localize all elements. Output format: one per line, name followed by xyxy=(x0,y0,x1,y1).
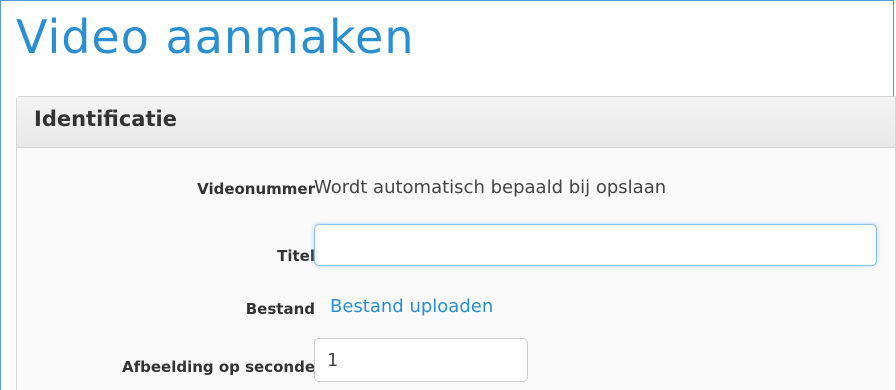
form-row-bestand: Bestand Bestand uploaden xyxy=(17,292,896,332)
videonummer-label: Videonummer xyxy=(197,180,315,198)
page-title: Video aanmaken xyxy=(16,10,415,64)
videonummer-value: Wordt automatisch bepaald bij opslaan xyxy=(314,177,667,198)
afbeelding-seconde-input[interactable] xyxy=(314,338,528,382)
titel-input[interactable] xyxy=(314,224,877,266)
afbeelding-label: Afbeelding op seconde xyxy=(121,358,315,376)
bestand-label: Bestand xyxy=(245,300,315,318)
form-row-titel: Titel xyxy=(17,224,896,266)
form-row-afbeelding: Afbeelding op seconde xyxy=(17,338,896,382)
panel-title: Identificatie xyxy=(34,107,177,131)
titel-label: Titel xyxy=(277,247,315,265)
identification-panel: Identificatie Videonummer Wordt automati… xyxy=(16,96,896,390)
form-row-videonummer: Videonummer Wordt automatisch bepaald bi… xyxy=(17,171,896,211)
bestand-upload-link[interactable]: Bestand uploaden xyxy=(330,296,493,317)
panel-header: Identificatie xyxy=(17,97,895,148)
